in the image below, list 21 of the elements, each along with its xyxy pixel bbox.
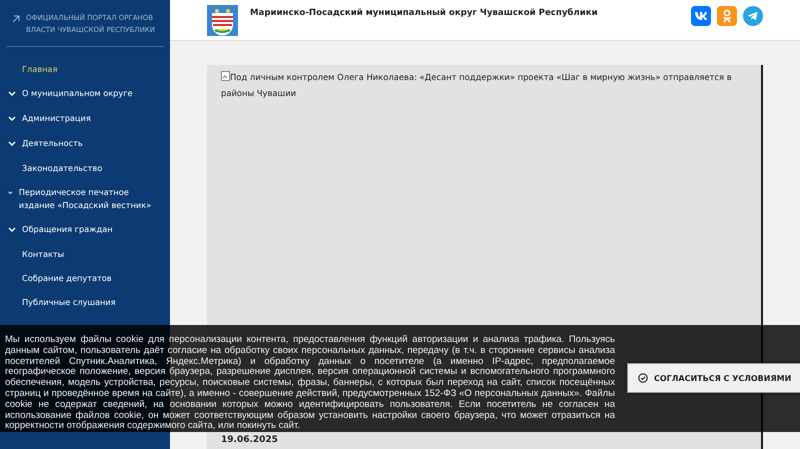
ok-icon[interactable]	[717, 6, 737, 26]
menu-item[interactable]: Периодическое печатное издание «Посадский вестник»	[0, 181, 170, 218]
menu-item[interactable]: Обращения граждан	[0, 218, 170, 243]
menu-item[interactable]: Главная	[0, 58, 170, 82]
menu-item[interactable]: Собрание депутатов	[0, 267, 170, 291]
cookie-notice-text: Мы используем файлы cookie для персонализации контента, предоставления функций авторизации и анализа трафика. Пользуясь данным сайтом, пользователь даёт согласие на обработку своих персональных данных, передачу (в т.ч. в сторонние сервисы анализа посетителей Спутник.Аналитика, Яндекс.Метрика) и обработку данных о посетителе (а именно IP-адрес, предполагаемое географическое положение, версия браузера, разрешение дисплея, версия операционной системы и вспомогательного программного обеспечения, модель устройства, ресурсы, поисковые системы, фразы, баннеры, с которых был переход на сайт, список посещённых страниц и проведённое время на сайте), а именно - совершение действий, предусмотренных 152-ФЗ «О персональных данных». Файлы cookie не содержат сведений, на основании которых можно идентифицировать пользователя. Если посетитель не согласен на использование файлов cookie, он может соответствующим образом установить настройки своего браузера, что может отразиться на корректности отображения содержимого сайта, или покинуть сайт.	[5, 335, 615, 432]
menu-item[interactable]: О муниципальном округе	[0, 82, 170, 107]
site-title: Мариинско-Посадский муниципальный округ Чувашской Республики	[250, 7, 599, 18]
vk-icon[interactable]	[691, 6, 711, 26]
coat-of-arms-icon	[207, 4, 238, 36]
menu-item[interactable]: Публичные слушания	[0, 291, 170, 315]
news-date: 19.06.2025	[221, 435, 278, 445]
menu-item[interactable]: Законодательство	[0, 157, 170, 181]
telegram-icon[interactable]	[743, 6, 763, 26]
broken-image-icon	[221, 71, 230, 81]
menu-item[interactable]: Деятельность	[0, 132, 170, 157]
check-circle-icon	[638, 373, 648, 383]
news-image-alt-text: Под личным контролем Олега Николаева: «Десант поддержки» проекта «Шаг в мирную жизнь» отправляется в районы Чувашии	[221, 72, 732, 98]
agree-button[interactable]: СОГЛАСИТЬСЯ С УСЛОВИЯМИ	[627, 363, 800, 393]
menu-item[interactable]: Контакты	[0, 243, 170, 267]
menu-item[interactable]: Администрация	[0, 107, 170, 132]
